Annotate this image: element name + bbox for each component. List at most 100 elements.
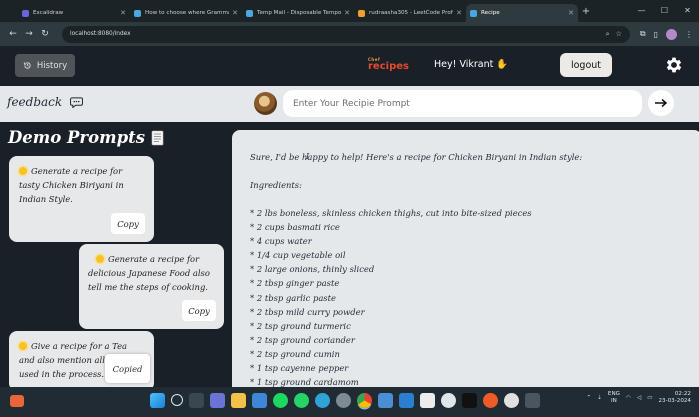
battery-icon[interactable]: ▭: [647, 395, 652, 401]
user-greeting: Hey! Vikrant ✋: [434, 59, 508, 70]
spotify-icon[interactable]: [273, 393, 288, 408]
ingredient-item: * 2 tbsp mild curry powder: [250, 306, 365, 317]
ingredient-item: * 2 tbsp ginger paste: [250, 278, 340, 289]
tab-label: rudraasha305 - LeetCode Profi: [369, 10, 454, 16]
search-icon[interactable]: [171, 394, 183, 406]
close-icon[interactable]: ✕: [232, 9, 238, 17]
close-icon[interactable]: ✕: [120, 9, 126, 17]
back-arrow-icon[interactable]: ←: [6, 29, 20, 39]
history-button[interactable]: History: [15, 54, 75, 77]
close-icon[interactable]: ✕: [456, 9, 462, 17]
ingredient-item: * 2 tsp ground coriander: [250, 334, 355, 345]
media-app-icon[interactable]: [504, 393, 519, 408]
address-bar: ← → ↻ localhost:8080/index ⌕ ☆ ⧉ ▯ ⋮: [0, 22, 699, 46]
demo-prompt-text-tail: used in the process.: [19, 369, 105, 379]
browser-tab[interactable]: Temp Mail - Disposable Tempo ✕: [242, 4, 354, 22]
tab-label: How to choose where Grammar: [145, 10, 230, 16]
new-tab-icon[interactable]: +: [578, 6, 594, 17]
history-icon: [23, 62, 31, 69]
close-icon[interactable]: ✕: [344, 9, 350, 17]
camera-app-icon[interactable]: [525, 393, 540, 408]
wifi-icon[interactable]: ◠: [626, 395, 631, 401]
chrome-icon[interactable]: [357, 393, 372, 408]
file-explorer-icon[interactable]: [231, 393, 246, 408]
clock-time: 02:22: [674, 391, 691, 397]
taskbar-apps: [150, 393, 540, 408]
reload-icon[interactable]: ↻: [38, 29, 52, 39]
tab-favicon-icon: [470, 9, 477, 17]
recipe-prompt-input[interactable]: [283, 90, 642, 117]
vscode-icon[interactable]: [399, 393, 414, 408]
menu-dots-icon[interactable]: ⋮: [685, 30, 693, 39]
browser-tab[interactable]: rudraasha305 - LeetCode Profi ✕: [354, 4, 466, 22]
task-view-icon[interactable]: [189, 393, 204, 408]
whatsapp-icon[interactable]: [294, 393, 309, 408]
gear-icon[interactable]: [664, 55, 684, 75]
extensions-icon[interactable]: ⧉: [640, 29, 646, 39]
settings-app-icon[interactable]: [336, 393, 351, 408]
window-controls: — ☐ ✕: [630, 0, 699, 22]
download-icon[interactable]: ⇣: [597, 395, 602, 401]
zoom-icon[interactable]: ⌕: [606, 30, 610, 39]
chat-app-icon[interactable]: [210, 393, 225, 408]
profile-avatar[interactable]: [666, 28, 677, 40]
tab-favicon-icon: [358, 9, 365, 17]
speaker-icon[interactable]: ◁: [637, 395, 641, 401]
url-text: localhost:8080/index: [70, 31, 131, 37]
language-indicator[interactable]: ENG IN: [608, 391, 620, 405]
ingredient-item: * 2 tbsp garlic paste: [250, 292, 336, 303]
photos-icon[interactable]: [378, 393, 393, 408]
greeting-text: Hey! Vikrant: [434, 59, 494, 70]
feedback-link[interactable]: feedback: [7, 95, 84, 109]
sidebar-icon[interactable]: ▯: [654, 30, 658, 39]
browser-tab-bar: Excalidraw ✕ How to choose where Grammar…: [0, 0, 699, 22]
window-close-icon[interactable]: ✕: [676, 0, 699, 22]
feedback-label: feedback: [7, 95, 63, 109]
send-button[interactable]: [648, 90, 674, 116]
ingredient-item: * 1 tsp cayenne pepper: [250, 363, 349, 374]
tab-label: Excalidraw: [33, 10, 64, 16]
tab-favicon-icon: [134, 9, 141, 17]
copy-button[interactable]: Copy: [182, 300, 216, 321]
forward-arrow-icon[interactable]: →: [22, 29, 36, 39]
notion-icon[interactable]: [420, 393, 435, 408]
github-icon[interactable]: [441, 393, 456, 408]
brand-logo: Chef recipes: [368, 58, 409, 72]
os-taskbar: ⌃ ⇣ ENG IN ◠ ◁ ▭ 02:22 23-03-2024: [0, 387, 699, 417]
arrow-right-icon: [655, 98, 668, 108]
edge-icon[interactable]: [315, 393, 330, 408]
close-icon[interactable]: ✕: [568, 9, 574, 17]
url-field[interactable]: localhost:8080/index ⌕ ☆: [62, 25, 630, 43]
copied-button[interactable]: Copied: [105, 354, 150, 383]
tray-chevron-icon[interactable]: ⌃: [587, 395, 592, 401]
clock-date: 23-03-2024: [658, 398, 691, 404]
logout-button[interactable]: logout: [560, 53, 612, 77]
waving-hand-icon: ✋: [496, 59, 509, 70]
store-icon[interactable]: [252, 393, 267, 408]
demo-prompts-title: Demo Prompts: [8, 128, 165, 147]
maximize-icon[interactable]: ☐: [653, 0, 676, 22]
browser-tab[interactable]: How to choose where Grammar ✕: [130, 4, 242, 22]
ingredient-item: * 1/4 cup vegetable oil: [250, 250, 346, 261]
bookmark-star-icon[interactable]: ☆: [616, 30, 622, 39]
sun-icon: [19, 342, 27, 350]
browser-tab[interactable]: Excalidraw ✕: [18, 4, 130, 22]
start-icon[interactable]: [150, 393, 165, 408]
widgets-icon[interactable]: [10, 395, 24, 407]
system-tray: ⌃ ⇣ ENG IN ◠ ◁ ▭ 02:22 23-03-2024: [587, 391, 691, 405]
postman-icon[interactable]: [483, 393, 498, 408]
main-content: Demo Prompts Generate a recipe for tasty…: [0, 122, 699, 400]
tab-label: Temp Mail - Disposable Tempo: [257, 10, 342, 16]
tab-favicon-icon: [22, 9, 29, 17]
sun-icon: [19, 167, 27, 175]
ingredient-item: * 2 tsp ground cumin: [250, 348, 340, 359]
terminal-icon[interactable]: [462, 393, 477, 408]
ingredient-item: * 2 tsp ground turmeric: [250, 320, 351, 331]
prompt-bar: feedback: [0, 86, 699, 122]
clock[interactable]: 02:22 23-03-2024: [658, 391, 691, 405]
browser-tab-active[interactable]: Recipe ✕: [466, 4, 578, 22]
response-intro: Sure, I'd be happy to help! Here's a rec…: [250, 152, 583, 162]
tab-favicon-icon: [246, 9, 253, 17]
copy-button[interactable]: Copy: [111, 213, 145, 234]
minimize-icon[interactable]: —: [630, 0, 653, 22]
